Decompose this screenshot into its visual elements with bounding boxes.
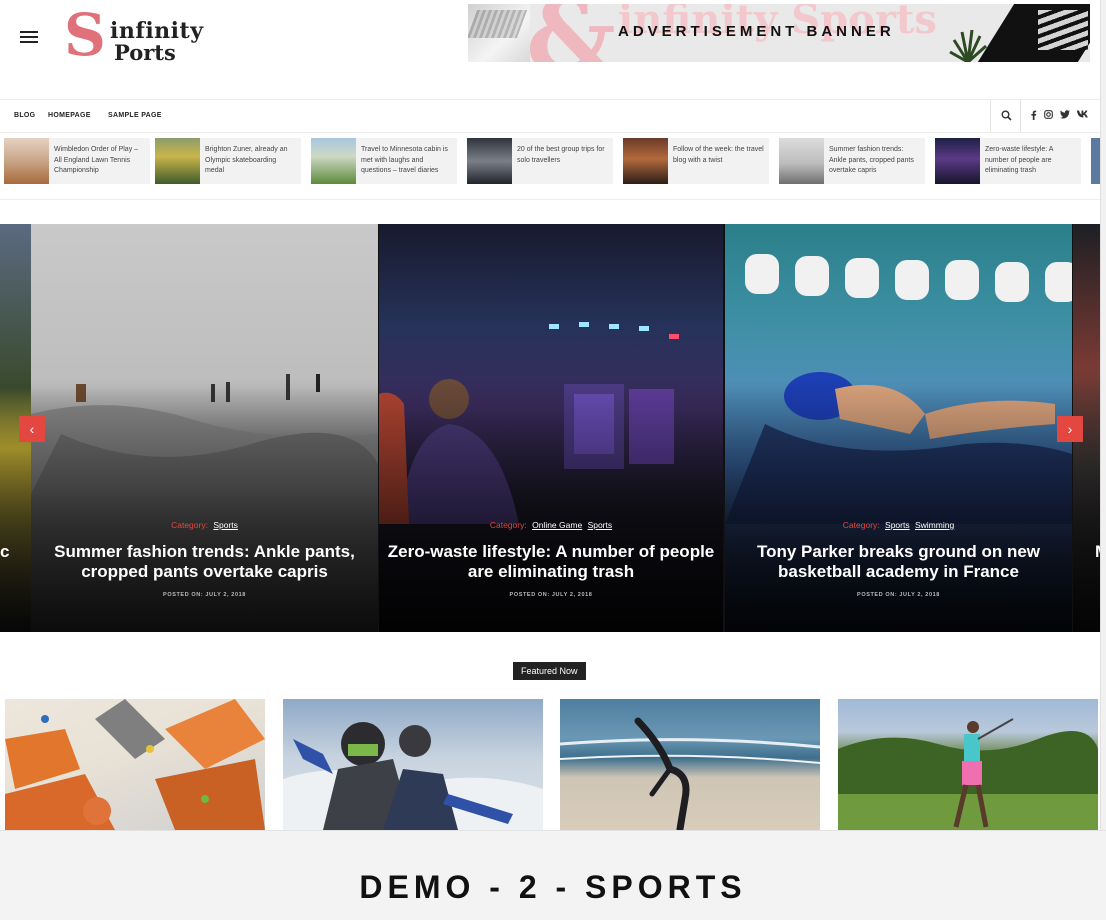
- category-label: Category:: [171, 520, 208, 530]
- slide-esports[interactable]: Category: Online Game Sports Zero-waste …: [379, 224, 723, 632]
- slide-skatepark[interactable]: Category: Sports Summer fashion trends: …: [31, 224, 378, 632]
- banner-text: ADVERTISEMENT BANNER: [618, 23, 895, 40]
- ticker-item[interactable]: Follow of the week: the travel blog with…: [623, 138, 769, 184]
- nav-divider: [1020, 100, 1021, 133]
- slide-title-partial: c: [0, 542, 10, 561]
- slide-date: POSTED ON: JULY 2, 2018: [857, 592, 940, 598]
- nav-link-blog[interactable]: BLOG: [14, 112, 35, 119]
- ticker-item[interactable]: Summer fashion trends: Ankle pants, crop…: [779, 138, 925, 184]
- golf-swing-image: [838, 718, 1098, 830]
- bar-thumbnail: [623, 138, 668, 184]
- instagram-icon[interactable]: [1044, 110, 1053, 119]
- football-thumbnail: [467, 138, 512, 184]
- ampersand-graphic: &: [526, 4, 616, 62]
- slide-title[interactable]: Zero-waste lifestyle: A number of people…: [387, 542, 715, 582]
- demo-caption-bar: DEMO - 2 - SPORTS: [0, 830, 1106, 920]
- scrollbar[interactable]: [1100, 0, 1106, 830]
- ticker-item-partial[interactable]: [1091, 138, 1100, 184]
- slider-next-button[interactable]: ›: [1057, 416, 1083, 442]
- vk-icon[interactable]: [1077, 110, 1088, 118]
- advertisement-banner[interactable]: & infinity Sports ADVERTISEMENT BANNER: [468, 4, 1090, 62]
- category-tag-sports[interactable]: Sports: [588, 520, 613, 530]
- featured-card-climbing[interactable]: [5, 699, 265, 830]
- nav-link-homepage[interactable]: HOMEPAGE: [48, 112, 91, 119]
- featured-card-motocross[interactable]: [283, 699, 543, 830]
- logo-letter: S: [64, 1, 106, 69]
- ticker-item[interactable]: Wimbledon Order of Play – All England La…: [4, 138, 150, 184]
- ticker-item-text: Brighton Zuner, already an Olympic skate…: [205, 146, 288, 174]
- featured-slider: c Category: Sports Summer fashion trends…: [0, 224, 1100, 632]
- category-tag-sports[interactable]: Sports: [213, 520, 238, 530]
- category-label: Category:: [489, 520, 527, 530]
- nav-divider: [990, 100, 991, 133]
- facebook-icon[interactable]: [1030, 110, 1037, 120]
- ticker-item-text: Follow of the week: the travel blog with…: [673, 146, 764, 164]
- slide-date: POSTED ON: JULY 2, 2018: [509, 592, 593, 598]
- nav-link-sample-page[interactable]: SAMPLE PAGE: [108, 112, 162, 119]
- slide-swimming[interactable]: Category: Sports Swimming Tony Parker br…: [725, 224, 1072, 632]
- runners-thumbnail: [155, 138, 200, 184]
- slide-title[interactable]: Summer fashion trends: Ankle pants, crop…: [39, 542, 370, 582]
- slide-category: Category: Sports Swimming: [725, 520, 1072, 530]
- site-header: S infinity Ports & infinity Sports ADVER…: [0, 0, 1106, 98]
- skatepark-thumbnail: [779, 138, 824, 184]
- news-ticker: Wimbledon Order of Play – All England La…: [0, 136, 1100, 186]
- climbing-wall-image: [5, 699, 265, 830]
- menu-icon[interactable]: [20, 31, 38, 45]
- featured-card-golf[interactable]: [838, 699, 1098, 830]
- beach-handstand-image: [560, 717, 820, 830]
- category-tag-sports[interactable]: Sports: [885, 520, 910, 530]
- logo-word-2: Ports: [114, 40, 176, 65]
- featured-label: Featured Now: [513, 662, 586, 680]
- featured-card-beach[interactable]: [560, 699, 820, 830]
- main-navigation: BLOG HOMEPAGE SAMPLE PAGE: [0, 99, 1100, 133]
- gaming-thumbnail: [935, 138, 980, 184]
- ticker-item-text: Zero-waste lifestyle: A number of people…: [985, 146, 1054, 174]
- motocross-riders-image: [283, 722, 543, 830]
- category-label: Category:: [842, 520, 880, 530]
- stripes-graphic: [1038, 10, 1088, 50]
- slide-category: Category: Online Game Sports: [379, 520, 723, 530]
- twitter-icon[interactable]: [1060, 110, 1070, 119]
- slider-prev-button[interactable]: ‹: [19, 416, 45, 442]
- ticker-item-text: 20 of the best group trips for solo trav…: [517, 146, 605, 164]
- tennis-thumbnail: [4, 138, 49, 184]
- laptop-graphic: [468, 4, 530, 62]
- category-tag-swimming[interactable]: Swimming: [915, 520, 954, 530]
- ticker-item[interactable]: Brighton Zuner, already an Olympic skate…: [155, 138, 301, 184]
- slide-title[interactable]: Tony Parker breaks ground on new basketb…: [733, 542, 1064, 582]
- slide-category: Category: Sports: [31, 520, 378, 530]
- slide-title-partial: M: [1095, 542, 1100, 562]
- slide-date: POSTED ON: JULY 2, 2018: [163, 592, 246, 598]
- cabin-thumbnail: [311, 138, 356, 184]
- divider: [0, 199, 1100, 200]
- demo-title: DEMO - 2 - SPORTS: [359, 869, 747, 905]
- ticker-item-text: Summer fashion trends: Ankle pants, crop…: [829, 146, 914, 174]
- ticker-item-text: Travel to Minnesota cabin is met with la…: [361, 146, 448, 174]
- category-tag-online-game[interactable]: Online Game: [532, 520, 582, 530]
- ticker-item-text: Wimbledon Order of Play – All England La…: [54, 146, 139, 174]
- ticker-item[interactable]: 20 of the best group trips for solo trav…: [467, 138, 613, 184]
- ticker-item[interactable]: Zero-waste lifestyle: A number of people…: [935, 138, 1081, 184]
- search-icon[interactable]: [1001, 110, 1012, 121]
- ticker-item[interactable]: Travel to Minnesota cabin is met with la…: [311, 138, 457, 184]
- site-logo[interactable]: S infinity Ports: [64, 6, 224, 70]
